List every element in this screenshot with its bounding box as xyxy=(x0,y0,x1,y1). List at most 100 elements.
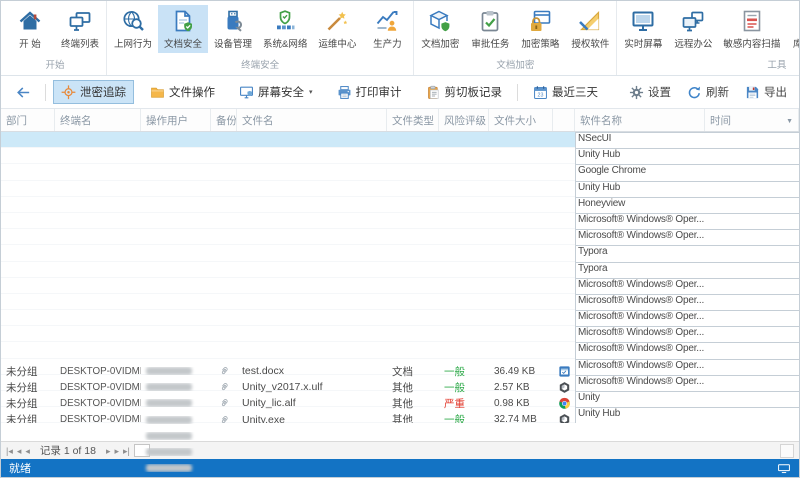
cell-terminal: DESKTOP-0VIDMDJ xyxy=(60,381,141,393)
table-row[interactable]: 未分组DESKTOP-0VIDMDJTypora.exe其他一般130.6 MB… xyxy=(1,310,799,477)
col-header-label: 文件类型 xyxy=(392,114,434,127)
print-audit-button[interactable]: 打印审计 xyxy=(329,80,410,104)
ribbon-item-library-template[interactable]: 库&模板 xyxy=(785,5,799,53)
table-row[interactable]: 未分组DESKTOP-0VIDMDJUnity.exe其他一般32.74 MBU… xyxy=(1,180,799,477)
col-header-appicon[interactable] xyxy=(553,109,575,131)
export-button[interactable]: 导出 xyxy=(743,80,789,104)
ribbon-item-doc-security[interactable]: 文档安全 xyxy=(158,5,208,53)
ribbon-item-encrypt-policy[interactable]: 加密策略 xyxy=(515,5,565,53)
col-header-label: 终端名 xyxy=(60,114,92,127)
table-row[interactable]: 未分组DESKTOP-0VIDMDJMockplus.exe其他一般31.26 … xyxy=(1,342,799,477)
clipboard-record-button[interactable]: 剪切板记录 xyxy=(418,80,511,104)
operator-user-redacted xyxy=(146,431,192,440)
table-row[interactable]: 未分组DESKTOP-0VIDMDJ测试新版.md其他一般0.04 KBTypo… xyxy=(1,261,799,477)
col-header-filetype[interactable]: 文件类型 xyxy=(387,109,439,131)
page-next-group-button[interactable]: ▸ xyxy=(114,445,119,457)
recent-three-days-filter[interactable]: 23 最近三天 xyxy=(525,80,606,104)
col-header-risk[interactable]: 风险评级 xyxy=(439,109,489,131)
table-row[interactable]: 未分组 DESKTOP-0VIDMDJ Unity_v2017.x.ulf 其他 一般 2… xyxy=(1,148,799,477)
table-row[interactable]: 未分组DESKTOP-0VIDMDJUnity_lic.alf其他严重0.98 … xyxy=(1,164,799,477)
file-ops-button[interactable]: 文件操作 xyxy=(142,80,223,104)
ribbon-item-label: 加密策略 xyxy=(521,39,560,50)
table-row[interactable]: 未分组DESKTOP-0VIDMDJ测试新版.txt文档一般0.04 KBTyp… xyxy=(1,245,799,477)
ribbon-item-terminal-list[interactable]: 终端列表 xyxy=(55,5,105,53)
ribbon-item-label: 审批任务 xyxy=(471,39,510,50)
cell-risk: 一般 xyxy=(444,365,465,378)
ribbon-item-start[interactable]: 开 始 xyxy=(5,5,55,53)
cell-filename: test.docx xyxy=(242,365,285,377)
pager-corner-box xyxy=(780,443,794,458)
ribbon-group-label: 文档加密 xyxy=(496,60,535,71)
table-row[interactable]: 未分组DESKTOP-0VIDMDJTypora.exe其他一般130.6 MB… xyxy=(1,277,799,477)
ribbon-item-device-mgmt[interactable]: 设备管理 xyxy=(208,5,258,53)
ribbon-item-web-behavior[interactable]: 上网行为 xyxy=(108,5,158,53)
cell-backup xyxy=(211,381,237,393)
col-header-size[interactable]: 文件大小 xyxy=(489,109,553,131)
ribbon-item-system-network[interactable]: 系统&网络 xyxy=(258,5,312,53)
table-row[interactable]: 未分组DESKTOP-0VIDMDJHoneyview.exe其他一般11.64… xyxy=(1,229,799,477)
leak-trace-button[interactable]: 泄密追踪 xyxy=(53,80,134,104)
terminal-list-icon xyxy=(68,9,92,33)
ribbon-item-label: 实时屏幕 xyxy=(624,39,663,50)
cell-filetype: 文档 xyxy=(392,365,413,378)
settings-button[interactable]: 设置 xyxy=(627,80,673,104)
ribbon-item-live-screen[interactable]: 实时屏幕 xyxy=(618,5,668,53)
page-first-button[interactable]: |◂ xyxy=(6,445,13,457)
ribbon-item-sensitive-scan[interactable]: 敏感内容扫描 xyxy=(718,5,785,53)
col-header-user[interactable]: 操作用户 xyxy=(141,109,211,131)
cell-app-icon xyxy=(553,381,575,394)
col-header-label: 风险评级 xyxy=(444,114,486,127)
ribbon-group-label: 开始 xyxy=(45,60,65,71)
pagination-bar: |◂ ◂ ◂ 记录 1 of 18 ▸ ▸ ▸| xyxy=(1,441,799,459)
toolbar-button-label: 导出 xyxy=(764,87,787,99)
cell-filetype: 其他 xyxy=(392,381,413,394)
ribbon-item-doc-encrypt[interactable]: 文档加密 xyxy=(415,5,465,53)
screen-security-button[interactable]: 屏幕安全 ▾ xyxy=(231,80,321,104)
toolbar-button-label: 打印审计 xyxy=(355,87,402,99)
page-prev-group-button[interactable]: ◂ xyxy=(17,445,22,457)
ribbon-item-productivity[interactable]: 生产力 xyxy=(362,5,412,53)
print-audit-icon xyxy=(337,85,352,100)
operator-user-redacted xyxy=(146,383,192,392)
encrypt-policy-icon xyxy=(528,9,552,33)
chrome-icon xyxy=(558,397,571,410)
ribbon-item-ops-center[interactable]: 运维中心 xyxy=(312,5,362,53)
table-row[interactable]: 未分组DESKTOP-0VIDMDJTypora.exe其他一般130.6 MB… xyxy=(1,293,799,477)
col-header-terminal[interactable]: 终端名 xyxy=(55,109,141,131)
col-header-dept[interactable]: 部门 xyxy=(1,109,55,131)
web-behavior-icon xyxy=(121,9,145,33)
col-header-label: 备份 xyxy=(216,114,237,127)
back-button[interactable] xyxy=(15,84,32,101)
approval-tasks-icon xyxy=(478,9,502,33)
table-row[interactable]: 未分组DESKTOP-0VIDMDJHoneyview.exe其他一般11.64… xyxy=(1,212,799,477)
col-header-backup[interactable]: 备份 xyxy=(211,109,237,131)
svg-text:23: 23 xyxy=(538,92,544,98)
operator-user-redacted xyxy=(146,399,192,408)
page-prev-button[interactable]: ◂ xyxy=(25,445,30,457)
remote-work-icon xyxy=(681,9,705,33)
col-header-time[interactable]: 时间 ▼ xyxy=(705,109,799,131)
col-header-filename[interactable]: 文件名 xyxy=(237,109,387,131)
table-row[interactable]: 未分组DESKTOP-0VIDMDJMockplus.exe其他一般31.26 … xyxy=(1,326,799,477)
ribbon-item-authorized-software[interactable]: 授权软件 xyxy=(565,5,615,53)
table-row[interactable]: 未分组DESKTOP-0VIDMDJ1.jpg图片一般32.81 KBHoney… xyxy=(1,196,799,477)
ribbon-item-label: 上网行为 xyxy=(113,39,152,50)
file-ops-icon xyxy=(150,85,165,100)
page-last-button[interactable]: ▸| xyxy=(123,445,130,457)
toolbar-button-label: 设置 xyxy=(648,87,671,99)
table-empty-area xyxy=(1,423,799,441)
col-header-appname[interactable]: 软件名称 xyxy=(575,109,705,131)
col-header-label: 文件名 xyxy=(242,114,274,127)
ribbon-item-approval-tasks[interactable]: 审批任务 xyxy=(465,5,515,53)
home-icon xyxy=(18,9,42,33)
ribbon-item-label: 敏感内容扫描 xyxy=(723,39,781,50)
col-header-label: 操作用户 xyxy=(146,114,188,127)
cell-backup xyxy=(211,397,237,409)
page-next-button[interactable]: ▸ xyxy=(106,445,111,457)
refresh-button[interactable]: 刷新 xyxy=(685,80,731,104)
ribbon-item-label: 开 始 xyxy=(19,39,41,50)
ribbon-item-remote-work[interactable]: 远程办公 xyxy=(668,5,718,53)
table-row[interactable]: 未分组DESKTOP-0VIDMDJtest.docx文档一般36.49 KBN… xyxy=(1,132,799,477)
cell-filetype: 其他 xyxy=(392,397,413,410)
col-header-label: 时间 xyxy=(710,114,731,127)
